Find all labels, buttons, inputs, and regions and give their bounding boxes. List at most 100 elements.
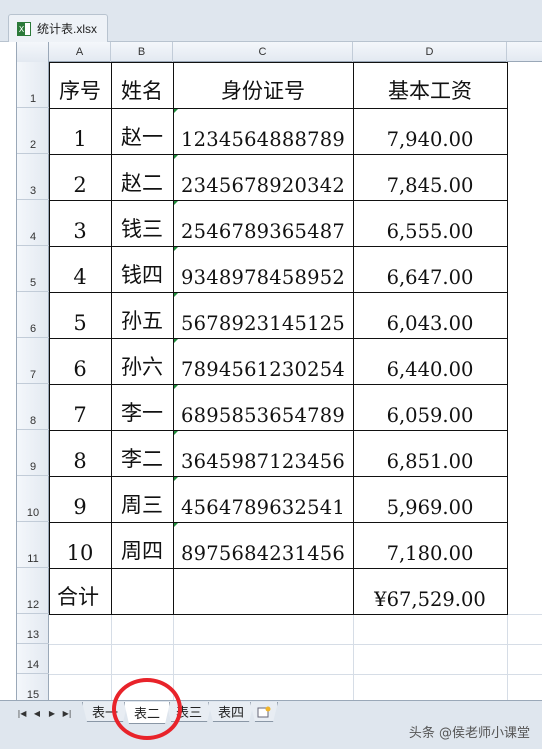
column-header-a[interactable]: A — [49, 42, 111, 62]
empty-cell[interactable] — [173, 568, 353, 614]
cell-area[interactable]: 序号 姓名 身份证号 基本工资 1 赵一 1234564888789 7,940.00 2 赵二 2… — [49, 62, 542, 705]
salary-cell[interactable]: 6,059.00 — [353, 384, 507, 430]
seq-cell[interactable]: 4 — [49, 246, 111, 292]
workbook-title: 统计表.xlsx — [37, 22, 98, 36]
salary-cell[interactable]: 5,969.00 — [353, 476, 507, 522]
seq-cell[interactable]: 5 — [49, 292, 111, 338]
row-header-1[interactable]: 1 — [17, 62, 49, 108]
row-header-4[interactable]: 4 — [17, 200, 49, 246]
id-number-cell[interactable]: 6895853654789 — [173, 384, 353, 430]
name-cell[interactable]: 李二 — [111, 430, 173, 476]
seq-cell[interactable]: 3 — [49, 200, 111, 246]
grid-line — [173, 614, 174, 704]
name-cell[interactable]: 钱三 — [111, 200, 173, 246]
name-cell[interactable]: 孙六 — [111, 338, 173, 384]
salary-cell[interactable]: 6,647.00 — [353, 246, 507, 292]
table-border — [49, 108, 507, 109]
grid-line — [507, 614, 508, 704]
sheet-tabs: 表一 表二 表三 表四 — [82, 702, 274, 724]
seq-cell[interactable]: 10 — [49, 522, 111, 568]
next-sheet-icon[interactable]: ▶ — [46, 706, 58, 720]
id-number-cell[interactable]: 8975684231456 — [173, 522, 353, 568]
table-border — [49, 62, 507, 63]
id-number-cell[interactable]: 3645987123456 — [173, 430, 353, 476]
id-number-cell[interactable]: 1234564888789 — [173, 108, 353, 154]
workbook-tab[interactable]: X 统计表.xlsx — [8, 14, 109, 42]
header-cell[interactable]: 基本工资 — [353, 62, 507, 108]
row-header-11[interactable]: 11 — [17, 522, 49, 568]
id-number-cell[interactable]: 5678923145125 — [173, 292, 353, 338]
seq-cell[interactable]: 6 — [49, 338, 111, 384]
table-border — [49, 430, 507, 431]
table-border — [173, 62, 174, 615]
column-header-d[interactable]: D — [353, 42, 507, 62]
row-header-10[interactable]: 10 — [17, 476, 49, 522]
row-header-13[interactable]: 13 — [17, 614, 49, 644]
id-number-cell[interactable]: 9348978458952 — [173, 246, 353, 292]
column-header-c[interactable]: C — [173, 42, 353, 62]
row-header-7[interactable]: 7 — [17, 338, 49, 384]
salary-cell[interactable]: 6,043.00 — [353, 292, 507, 338]
insert-sheet-icon[interactable] — [250, 702, 278, 722]
row-header-12[interactable]: 12 — [17, 568, 49, 614]
sheet-tab-1[interactable]: 表一 — [82, 702, 128, 722]
table-border — [507, 62, 508, 615]
id-number-cell[interactable]: 7894561230254 — [173, 338, 353, 384]
prev-sheet-icon[interactable]: ◀ — [31, 706, 43, 720]
salary-cell[interactable]: 7,845.00 — [353, 154, 507, 200]
name-cell[interactable]: 赵一 — [111, 108, 173, 154]
column-header-b[interactable]: B — [111, 42, 173, 62]
name-cell[interactable]: 周三 — [111, 476, 173, 522]
last-sheet-icon[interactable]: ▶| — [61, 706, 73, 720]
title-bar: X 统计表.xlsx — [0, 0, 542, 42]
table-border — [49, 338, 507, 339]
salary-cell[interactable]: 6,851.00 — [353, 430, 507, 476]
name-cell[interactable]: 钱四 — [111, 246, 173, 292]
sheet-tab-3[interactable]: 表三 — [166, 702, 212, 722]
id-number-cell[interactable]: 2546789365487 — [173, 200, 353, 246]
row-header-8[interactable]: 8 — [17, 384, 49, 430]
row-header-14[interactable]: 14 — [17, 644, 49, 674]
row-header-3[interactable]: 3 — [17, 154, 49, 200]
sheet-tab-2[interactable]: 表二 — [124, 702, 170, 724]
header-cell[interactable]: 序号 — [49, 62, 111, 108]
salary-cell[interactable]: 6,555.00 — [353, 200, 507, 246]
seq-cell[interactable]: 7 — [49, 384, 111, 430]
salary-cell[interactable]: 7,940.00 — [353, 108, 507, 154]
name-cell[interactable]: 李一 — [111, 384, 173, 430]
row-header-5[interactable]: 5 — [17, 246, 49, 292]
table-border — [111, 62, 112, 615]
table-border — [49, 62, 50, 615]
total-value-cell[interactable]: ¥67,529.00 — [353, 568, 507, 614]
spreadsheet-grid[interactable]: A B C D 1 2 3 4 5 6 7 8 9 10 11 12 13 14 15 序号 姓名 身份证号 基本… — [16, 42, 542, 705]
watermark: 头条 @侯老师小课堂 — [408, 726, 530, 741]
sheet-tab-4[interactable]: 表四 — [208, 702, 254, 722]
total-label-cell[interactable]: 合计 — [49, 568, 111, 614]
row-header-2[interactable]: 2 — [17, 108, 49, 154]
first-sheet-icon[interactable]: |◀ — [16, 706, 28, 720]
seq-cell[interactable]: 2 — [49, 154, 111, 200]
row-header-9[interactable]: 9 — [17, 430, 49, 476]
salary-cell[interactable]: 6,440.00 — [353, 338, 507, 384]
row-header-6[interactable]: 6 — [17, 292, 49, 338]
salary-cell[interactable]: 7,180.00 — [353, 522, 507, 568]
name-cell[interactable]: 赵二 — [111, 154, 173, 200]
name-cell[interactable]: 周四 — [111, 522, 173, 568]
name-cell[interactable]: 孙五 — [111, 292, 173, 338]
seq-cell[interactable]: 8 — [49, 430, 111, 476]
table-border — [49, 522, 507, 523]
header-cell[interactable]: 姓名 — [111, 62, 173, 108]
sheet-nav: |◀ ◀ ▶ ▶| — [16, 706, 73, 722]
svg-text:X: X — [19, 25, 25, 34]
seq-cell[interactable]: 1 — [49, 108, 111, 154]
grid-line — [49, 674, 542, 675]
seq-cell[interactable]: 9 — [49, 476, 111, 522]
table-border — [49, 292, 507, 293]
id-number-cell[interactable]: 4564789632541 — [173, 476, 353, 522]
id-number-cell[interactable]: 2345678920342 — [173, 154, 353, 200]
header-cell[interactable]: 身份证号 — [173, 62, 353, 108]
empty-cell[interactable] — [111, 568, 173, 614]
excel-file-icon: X — [17, 21, 31, 36]
table-border — [49, 614, 507, 615]
select-all-corner[interactable] — [17, 42, 49, 62]
